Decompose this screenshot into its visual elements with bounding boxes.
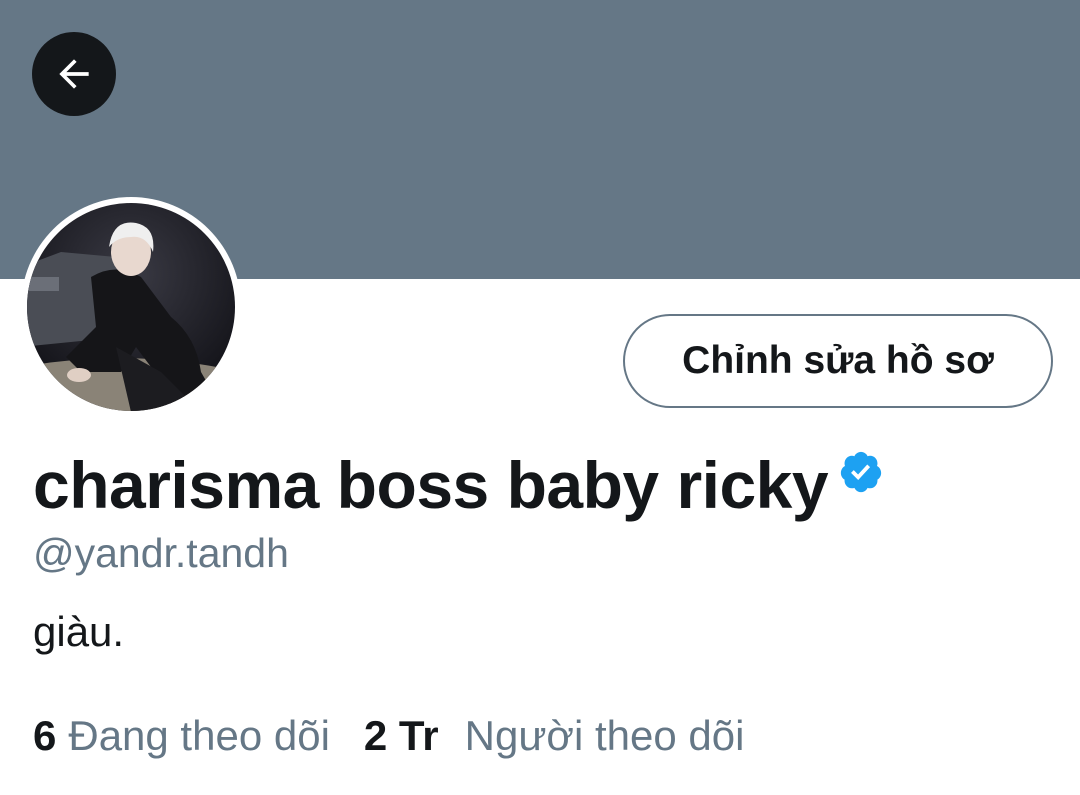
verified-badge-icon (840, 451, 882, 493)
display-name-row: charisma boss baby ricky (33, 443, 884, 527)
display-name: charisma boss baby ricky (33, 448, 829, 522)
back-button[interactable] (32, 32, 116, 116)
avatar-photo (27, 203, 235, 411)
edit-profile-button[interactable]: Chỉnh sửa hồ sơ (623, 314, 1053, 408)
follow-stats: 6 Đang theo dõi 2 Tr Người theo dõi (33, 708, 744, 764)
following-stat[interactable]: 6 Đang theo dõi (33, 712, 330, 760)
avatar[interactable] (21, 197, 241, 417)
following-label: Đang theo dõi (68, 712, 330, 759)
user-handle: @yandr.tandh (33, 530, 289, 576)
following-count: 6 (33, 712, 57, 759)
followers-count: 2 Tr (363, 712, 439, 759)
followers-label: Người theo dõi (464, 712, 745, 759)
followers-stat[interactable]: 2 Tr Người theo dõi (364, 712, 745, 760)
arrow-left-icon (59, 59, 89, 89)
profile-bio: giàu. (33, 608, 125, 655)
